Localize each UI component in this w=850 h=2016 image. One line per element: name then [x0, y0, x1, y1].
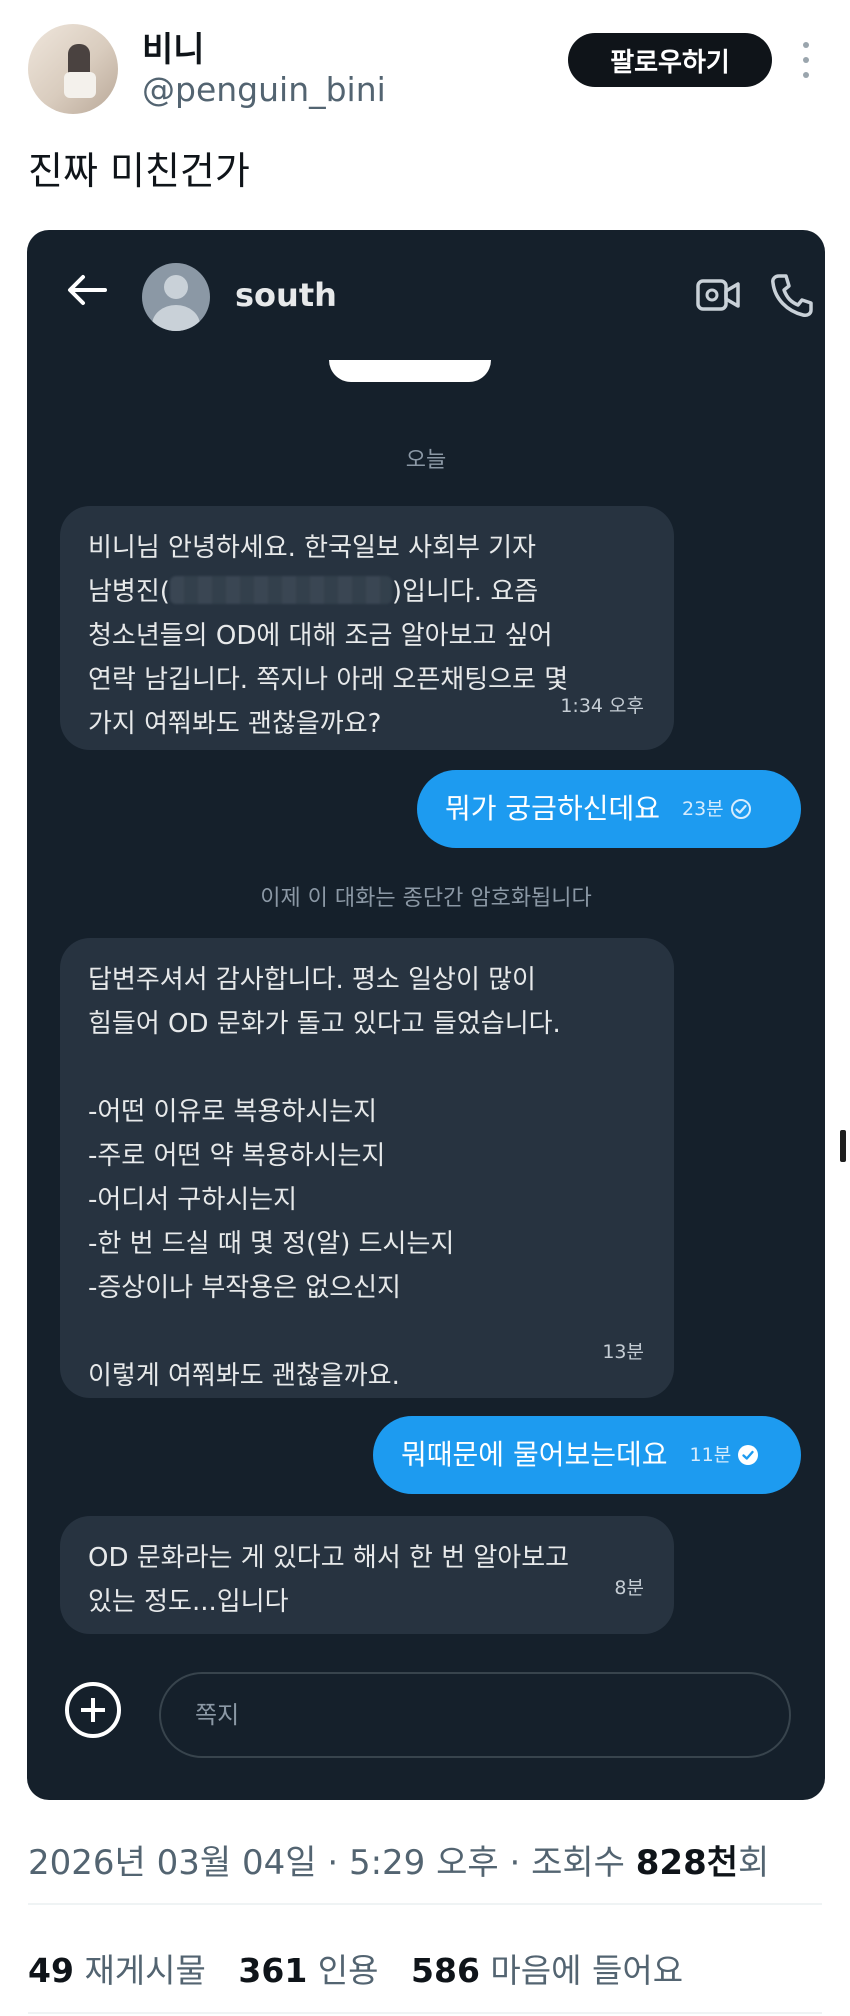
encryption-notice: 이제 이 대화는 종단간 암호화됩니다: [260, 886, 592, 911]
plus-circle-icon[interactable]: [65, 1682, 121, 1738]
message-incoming: 비니님 안녕하세요. 한국일보 사회부 기자남병진( )입니다. 요즘청소년들의 …: [60, 506, 674, 750]
reposts-count: 49: [28, 1951, 74, 1990]
message-time: 11분: [689, 1444, 732, 1466]
message-outgoing: 뭐때문에 물어보는데요 11분: [373, 1416, 801, 1494]
views-suffix: 회: [738, 1843, 770, 1883]
separator-dot: ·: [327, 1843, 339, 1883]
separator-dot: ·: [509, 1843, 521, 1883]
check-circle-icon: [730, 799, 751, 819]
quotes-label: 인용: [317, 1951, 379, 1990]
message-line: 남병진(: [88, 577, 170, 607]
likes-count: 586: [411, 1951, 480, 1990]
divider: [28, 1903, 822, 1905]
tweet-time[interactable]: 5:29 오후: [349, 1843, 499, 1883]
message-incoming: OD 문화라는 게 있다고 해서 한 번 알아보고 있는 정도...입니다 8분: [60, 1516, 674, 1634]
quotes-stat[interactable]: 361 인용: [238, 1951, 378, 1990]
video-camera-icon: [696, 279, 740, 311]
reposts-stat[interactable]: 49 재게시물: [28, 1951, 206, 1990]
views-count: 828천: [635, 1843, 739, 1883]
message-line: 가지 여쭤봐도 괜찮을까요?: [88, 709, 382, 739]
redaction-blur: [169, 576, 392, 604]
quotes-count: 361: [238, 1951, 308, 1990]
message-time: 8분: [614, 1577, 644, 1599]
arrow-left-icon: [68, 275, 107, 305]
phone-icon: [771, 274, 813, 317]
check-circle-icon: [738, 1445, 759, 1465]
reposts-label: 재게시물: [84, 1951, 206, 1990]
day-separator: 오늘: [405, 448, 447, 473]
contact-avatar: [142, 263, 210, 331]
message-line: 연락 남깁니다. 쪽지나 아래 오픈채팅으로 몇: [88, 665, 569, 695]
message-incoming: 답변주셔서 감사합니다. 평소 일상이 많이 힘들어 OD 문화가 돌고 있다고…: [60, 938, 674, 1398]
divider: [28, 2012, 822, 2014]
message-outgoing: 뭐가 궁금하신데요 23분: [417, 770, 801, 848]
contact-name: south: [235, 276, 337, 314]
message-time: 1:34 오후: [560, 695, 644, 717]
message-text: 뭐가 궁금하신데요: [445, 792, 660, 825]
engagement-stats: 49 재게시물 361 인용 586 마음에 들어요: [28, 1944, 705, 1992]
likes-stat[interactable]: 586 마음에 들어요: [411, 1951, 683, 1990]
message-text: 답변주셔서 감사합니다. 평소 일상이 많이 힘들어 OD 문화가 돌고 있다고…: [88, 965, 561, 1391]
overlay-pill: [329, 360, 491, 382]
tweet-header: 비니 @penguin_bini 팔로우하기: [0, 0, 850, 120]
views-label: 조회수: [531, 1843, 625, 1883]
message-text: OD 문화라는 게 있다고 해서 한 번 알아보고 있는 정도...입니다: [88, 1543, 570, 1617]
avatar-figure-detail: [64, 72, 96, 98]
message-line: 비니님 안녕하세요. 한국일보 사회부 기자: [88, 533, 536, 563]
message-compose-input[interactable]: [159, 1672, 791, 1758]
message-line: 청소년들의 OD에 대해 조금 알아보고 싶어: [88, 621, 553, 651]
author-handle[interactable]: @penguin_bini: [142, 70, 386, 109]
tweet-date: 2026년 03월 04일: [28, 1843, 317, 1883]
author-display-name[interactable]: 비니: [142, 22, 205, 71]
message-time: 23분: [681, 798, 724, 820]
author-avatar[interactable]: [28, 24, 118, 114]
dm-screenshot[interactable]: south 오늘 비니님 안녕하세요. 한국일보 사회부 기자남병진( )입니다.…: [27, 230, 825, 1800]
scrollbar-thumb[interactable]: [840, 1130, 846, 1162]
message-line: )입니다. 요즘: [391, 577, 539, 607]
follow-button[interactable]: 팔로우하기: [568, 33, 772, 87]
message-time: 13분: [602, 1341, 644, 1363]
tweet-timestamp: 2026년 03월 04일 · 5:29 오후 · 조회수 828천회: [28, 1835, 769, 1884]
likes-label: 마음에 들어요: [490, 1951, 684, 1990]
message-text: 뭐때문에 물어보는데요: [401, 1438, 668, 1471]
tweet-text: 진짜 미친건가: [28, 149, 250, 193]
more-vertical-icon[interactable]: [798, 42, 814, 78]
